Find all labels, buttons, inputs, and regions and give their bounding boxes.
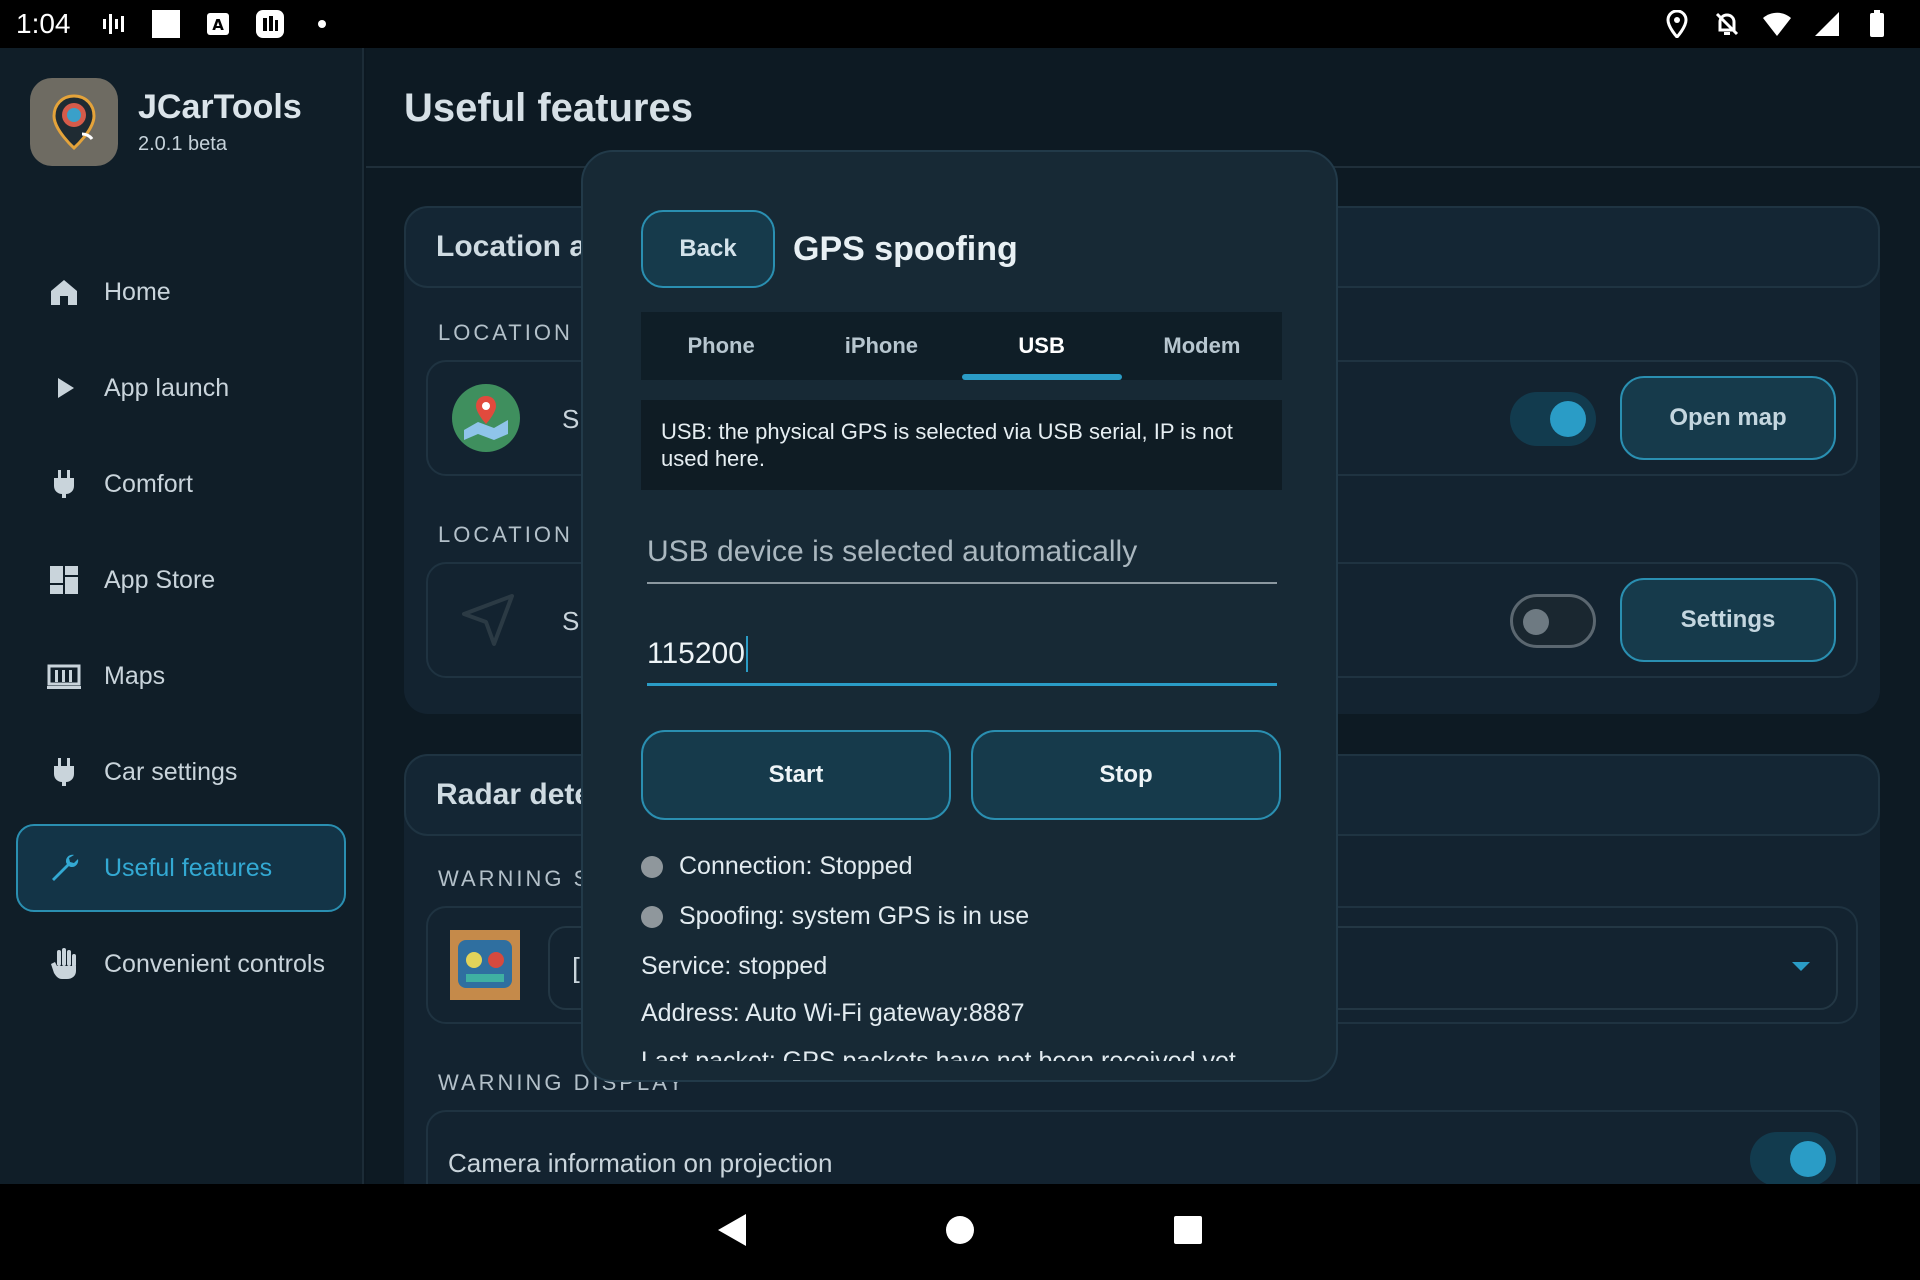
toggle-knob xyxy=(1550,401,1586,437)
status-bar: 1:04 A xyxy=(0,0,1920,48)
sidebar-item-convenient-controls[interactable]: Convenient controls xyxy=(16,920,346,1008)
sidebar-item-app-launch[interactable]: App launch xyxy=(16,344,346,432)
sidebar-item-maps[interactable]: Maps xyxy=(16,632,346,720)
sidebar-item-home[interactable]: Home xyxy=(16,248,346,336)
screen: 1:04 A JCarTools 2.0.1 beta Home App lau… xyxy=(0,0,1920,1280)
app-header: JCarTools 2.0.1 beta xyxy=(30,78,302,166)
chevron-down-icon xyxy=(1792,962,1810,971)
home-nav-icon[interactable] xyxy=(944,1214,976,1251)
service-status: Service: stopped xyxy=(641,952,828,980)
open-map-button[interactable]: Open map xyxy=(1620,376,1836,460)
row-text: S xyxy=(562,404,580,434)
location-toggle-1[interactable] xyxy=(1510,392,1596,446)
dashboard-icon xyxy=(46,562,82,598)
baud-rate-input[interactable]: 115200 xyxy=(647,624,1277,686)
radar-app-icon xyxy=(450,930,522,1002)
notifications-off-icon xyxy=(1712,9,1742,39)
more-dot-icon xyxy=(307,9,337,39)
card-title: Location ar xyxy=(436,230,598,263)
camera-projection-row: Camera information on projection xyxy=(426,1110,1858,1184)
page-title: Useful features xyxy=(404,86,693,130)
play-icon xyxy=(46,370,82,406)
gps-spoofing-dialog: Back GPS spoofing Phone iPhone USB Modem… xyxy=(581,150,1338,1082)
settings-button[interactable]: Settings xyxy=(1620,578,1836,662)
connection-status-text: Connection: Stopped xyxy=(679,852,913,880)
app-name-block: JCarTools 2.0.1 beta xyxy=(138,88,302,156)
map-pin-icon xyxy=(450,382,522,454)
battery-icon xyxy=(1862,9,1892,39)
dialog-title: GPS spoofing xyxy=(793,230,1018,268)
usb-device-placeholder: USB device is selected automatically xyxy=(647,535,1138,568)
tab-usb[interactable]: USB xyxy=(961,312,1123,380)
recents-nav-icon[interactable] xyxy=(1172,1214,1204,1251)
app-notification-icon xyxy=(255,9,285,39)
status-icons-left: A xyxy=(99,9,337,39)
toggle-knob xyxy=(1790,1141,1826,1177)
plug-icon xyxy=(46,754,82,790)
signal-icon xyxy=(1812,9,1842,39)
camera-projection-toggle[interactable] xyxy=(1750,1132,1836,1184)
sidebar-item-label: App launch xyxy=(104,373,230,402)
usb-info-text: USB: the physical GPS is selected via US… xyxy=(641,400,1282,490)
text-cursor xyxy=(745,635,748,672)
wifi-icon xyxy=(1762,9,1792,39)
baud-rate-value: 115200 xyxy=(647,636,745,670)
hand-icon xyxy=(46,946,82,982)
wrench-icon xyxy=(46,850,82,886)
sidebar-item-app-store[interactable]: App Store xyxy=(16,536,346,624)
audio-bars-icon xyxy=(99,9,129,39)
location-pin-icon xyxy=(1662,9,1692,39)
plug-icon xyxy=(46,466,82,502)
app-version: 2.0.1 beta xyxy=(138,133,227,155)
start-button[interactable]: Start xyxy=(641,730,951,820)
card-title: Radar dete xyxy=(436,778,592,811)
tab-iphone[interactable]: iPhone xyxy=(801,312,961,380)
status-icons-right xyxy=(1662,9,1892,39)
map-icon xyxy=(46,658,82,694)
address-text: Address: Auto Wi-Fi gateway:8887 xyxy=(641,999,1025,1027)
app-logo-icon[interactable] xyxy=(30,78,118,166)
spoofing-status-text: Spoofing: system GPS is in use xyxy=(679,902,1030,930)
back-nav-icon[interactable] xyxy=(716,1212,748,1253)
section-label: LOCATION S xyxy=(438,522,600,547)
section-label: WARNING S( xyxy=(438,866,602,891)
sidebar-item-comfort[interactable]: Comfort xyxy=(16,440,346,528)
row-text: S xyxy=(562,606,580,636)
sidebar-item-label: Convenient controls xyxy=(104,949,325,978)
sidebar-item-label: Maps xyxy=(104,661,166,690)
status-time: 1:04 xyxy=(16,8,71,39)
sidebar-item-label: Car settings xyxy=(104,757,238,786)
sidebar-item-car-settings[interactable]: Car settings xyxy=(16,728,346,816)
dropdown-text: [ xyxy=(572,952,580,983)
sidebar-item-useful-features[interactable]: Useful features xyxy=(16,824,346,912)
location-toggle-2[interactable] xyxy=(1510,594,1596,648)
sidebar-item-label: App Store xyxy=(104,565,216,594)
connection-status: Connection: Stopped xyxy=(641,852,913,881)
sidebar-item-label: Home xyxy=(104,277,171,306)
stop-button[interactable]: Stop xyxy=(971,730,1281,820)
app-name: JCarTools xyxy=(138,88,302,126)
last-packet-text: Last packet: GPS packets have not been r… xyxy=(641,1047,1236,1061)
home-icon xyxy=(46,274,82,310)
tab-modem[interactable]: Modem xyxy=(1122,312,1282,380)
toggle-knob xyxy=(1523,609,1549,635)
spoofing-status: Spoofing: system GPS is in use xyxy=(641,902,1029,931)
sidebar-nav: Home App launch Comfort App Store Maps C… xyxy=(16,248,346,1016)
connection-tabs: Phone iPhone USB Modem xyxy=(641,312,1282,380)
system-nav-bar xyxy=(0,1184,1920,1280)
row-text: Camera information on projection xyxy=(448,1148,833,1178)
status-dot-icon xyxy=(641,905,663,928)
sidebar-item-label: Comfort xyxy=(104,469,193,498)
tab-phone[interactable]: Phone xyxy=(641,312,801,380)
back-button[interactable]: Back xyxy=(641,210,775,288)
status-dot-icon xyxy=(641,855,663,878)
usb-device-field[interactable]: USB device is selected automatically xyxy=(647,522,1277,584)
white-square-icon xyxy=(151,9,181,39)
sidebar-item-label: Useful features xyxy=(104,853,273,882)
navigation-arrow-icon xyxy=(450,584,522,656)
keyboard-a-icon: A xyxy=(203,9,233,39)
svg-text:A: A xyxy=(212,16,224,34)
sidebar: JCarTools 2.0.1 beta Home App launch Com… xyxy=(0,48,364,1184)
section-label: LOCATION S xyxy=(438,320,600,345)
